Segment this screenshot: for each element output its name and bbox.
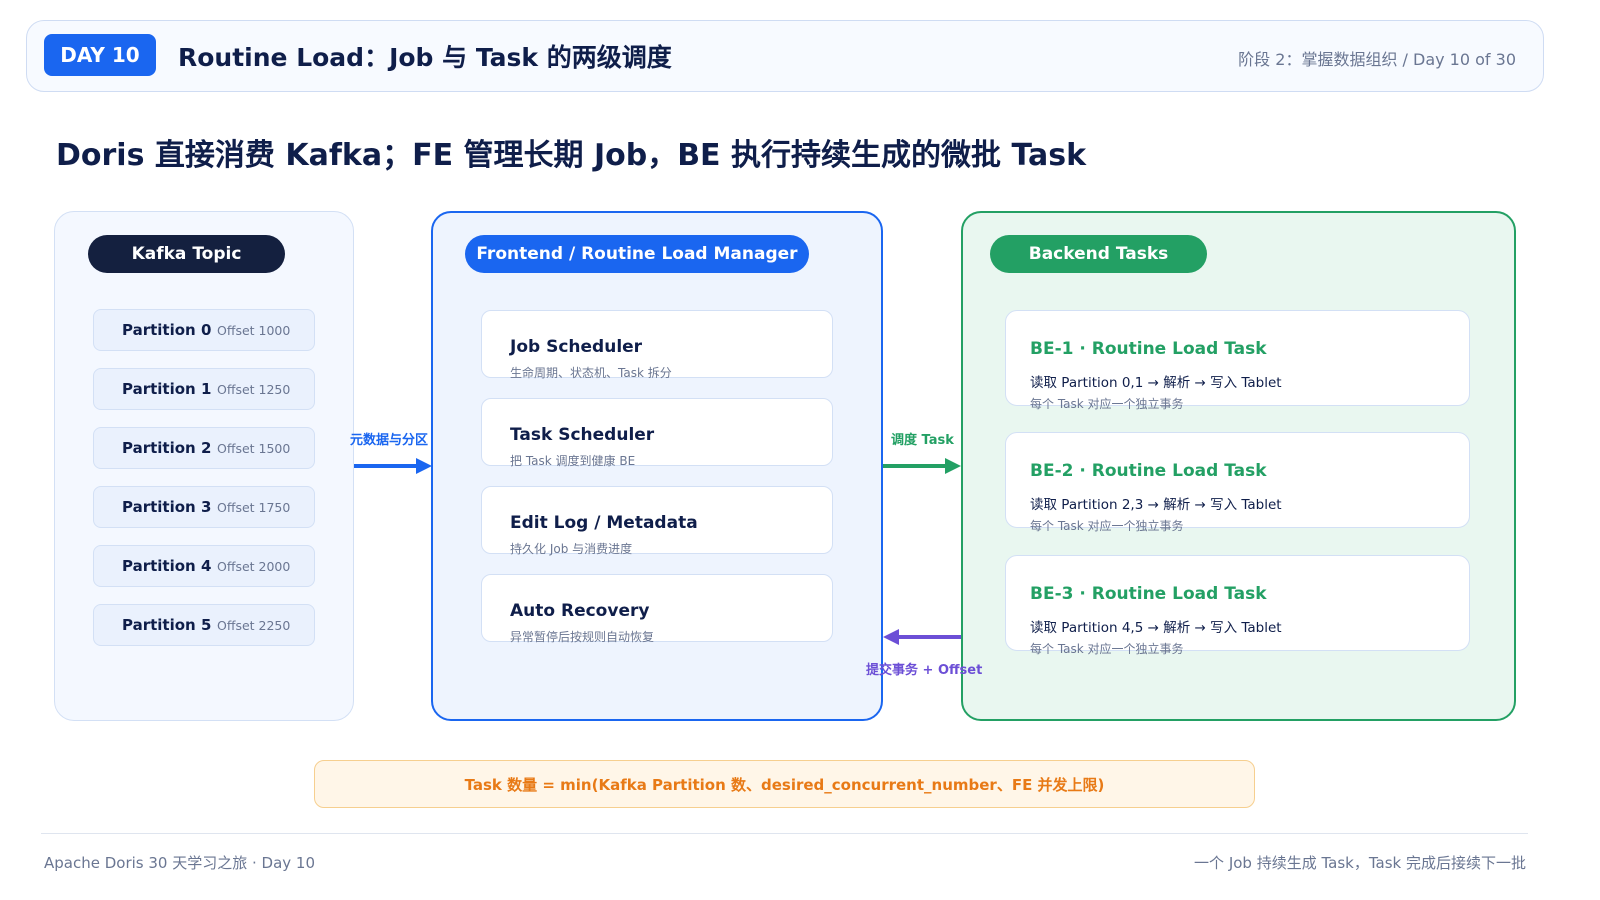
task-count-formula: Task 数量 = min(Kafka Partition 数、desired_… [314, 760, 1255, 808]
metadata-arrow [354, 458, 432, 474]
footer-divider [41, 833, 1528, 834]
footer-right: 一个 Job 持续生成 Task，Task 完成后接续下一批 [1194, 854, 1526, 872]
schedule-arrow [883, 458, 961, 474]
footer-left: Apache Doris 30 天学习之旅 · Day 10 [44, 854, 316, 872]
commit-arrow [883, 629, 961, 645]
schedule-arrow-label: 调度 Task [891, 433, 954, 448]
commit-arrow-label: 提交事务 + Offset [866, 663, 983, 678]
metadata-arrow-label: 元数据与分区 [350, 433, 429, 448]
